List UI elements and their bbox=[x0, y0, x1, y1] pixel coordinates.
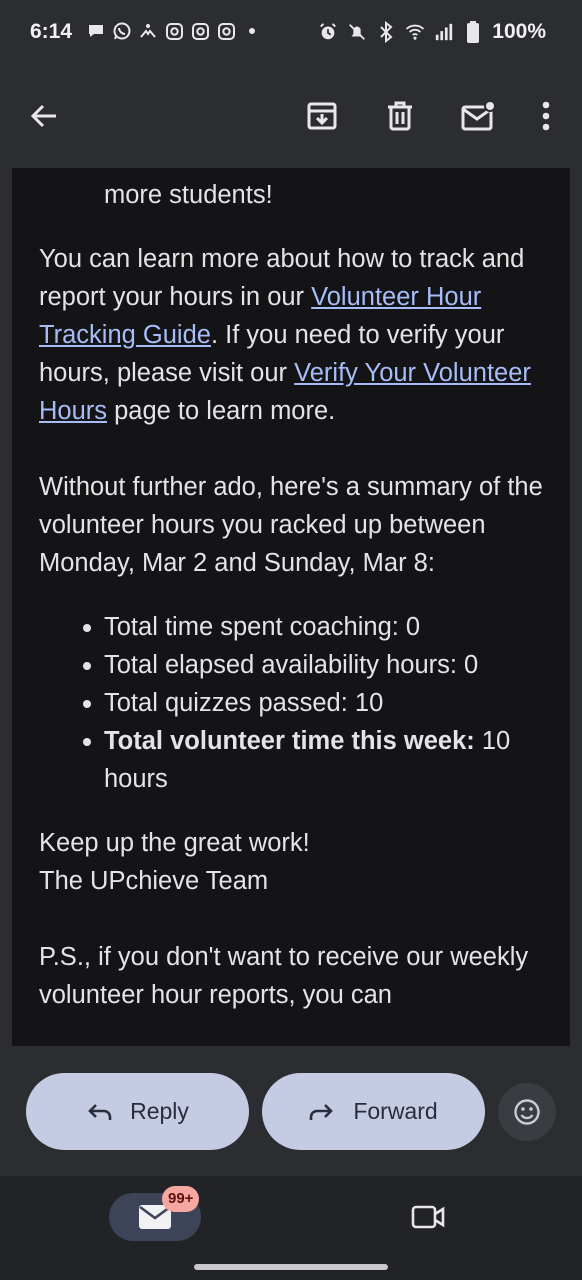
instagram-icon bbox=[190, 21, 210, 41]
bluetooth-icon bbox=[376, 21, 396, 43]
mark-unread-button[interactable] bbox=[454, 92, 502, 140]
emoji-reaction-button[interactable] bbox=[498, 1083, 556, 1141]
signal-icon bbox=[434, 22, 454, 42]
wifi-icon bbox=[405, 22, 425, 42]
tracking-paragraph: You can learn more about how to track an… bbox=[39, 240, 549, 430]
meet-tab[interactable] bbox=[404, 1193, 452, 1241]
email-body[interactable]: more students! You can learn more about … bbox=[12, 168, 570, 1046]
delete-button[interactable] bbox=[376, 92, 424, 140]
instagram-icon bbox=[164, 21, 184, 41]
whatsapp-icon bbox=[112, 21, 132, 41]
bell-off-icon bbox=[347, 22, 367, 42]
chat-bubble-icon bbox=[86, 21, 106, 41]
battery-percentage: 100% bbox=[492, 20, 546, 43]
back-button[interactable] bbox=[20, 92, 68, 140]
trash-icon bbox=[388, 101, 412, 131]
dot-icon bbox=[242, 21, 262, 41]
list-item: Total elapsed availability hours: 0 bbox=[83, 646, 549, 684]
status-bar: 6:14 100% bbox=[0, 0, 582, 64]
system-status-icons: 100% bbox=[318, 20, 546, 44]
smiley-icon bbox=[514, 1099, 540, 1125]
home-indicator[interactable] bbox=[194, 1264, 388, 1270]
more-vert-icon bbox=[542, 101, 550, 131]
status-time: 6:14 bbox=[30, 20, 73, 43]
email-app-bar bbox=[0, 64, 582, 168]
reply-button[interactable]: Reply bbox=[26, 1073, 249, 1150]
forward-label: Forward bbox=[353, 1098, 438, 1124]
notification-icons bbox=[86, 21, 262, 41]
alarm-icon bbox=[318, 22, 338, 42]
partial-bullet-text: more students! bbox=[104, 181, 273, 209]
signoff-line: Keep up the great work! bbox=[39, 829, 310, 857]
list-item: Total time spent coaching: 0 bbox=[83, 608, 549, 646]
email-content: more students! You can learn more about … bbox=[39, 168, 549, 1014]
back-arrow-icon bbox=[30, 104, 56, 128]
unread-count-badge: 99+ bbox=[162, 1186, 200, 1212]
archive-icon bbox=[307, 102, 337, 130]
more-options-button[interactable] bbox=[522, 92, 570, 140]
summary-list: Total time spent coaching: 0 Total elaps… bbox=[39, 608, 549, 798]
battery-icon bbox=[463, 21, 483, 43]
list-item: Total quizzes passed: 10 bbox=[83, 684, 549, 722]
paragraph-text: page to learn more. bbox=[107, 397, 336, 425]
reply-label: Reply bbox=[130, 1098, 189, 1124]
total-label: Total volunteer time this week: bbox=[104, 727, 475, 755]
forward-button[interactable]: Forward bbox=[262, 1073, 485, 1150]
video-camera-icon bbox=[411, 1205, 445, 1229]
instagram-icon bbox=[216, 21, 236, 41]
bottom-navigation: 99+ bbox=[0, 1176, 582, 1280]
summary-intro-paragraph: Without further ado, here's a summary of… bbox=[39, 473, 543, 577]
archive-button[interactable] bbox=[298, 92, 346, 140]
mark-unread-icon bbox=[461, 100, 496, 131]
forward-arrow-icon bbox=[310, 1103, 334, 1120]
ps-paragraph: P.S., if you don't want to receive our w… bbox=[39, 943, 529, 1009]
list-item: Total volunteer time this week: 10 hours bbox=[83, 722, 549, 798]
dogpaw-icon bbox=[138, 21, 158, 41]
signature-line: The UPchieve Team bbox=[39, 867, 269, 895]
reply-actions-bar: Reply Forward bbox=[0, 1046, 582, 1176]
reply-arrow-icon bbox=[88, 1103, 112, 1120]
